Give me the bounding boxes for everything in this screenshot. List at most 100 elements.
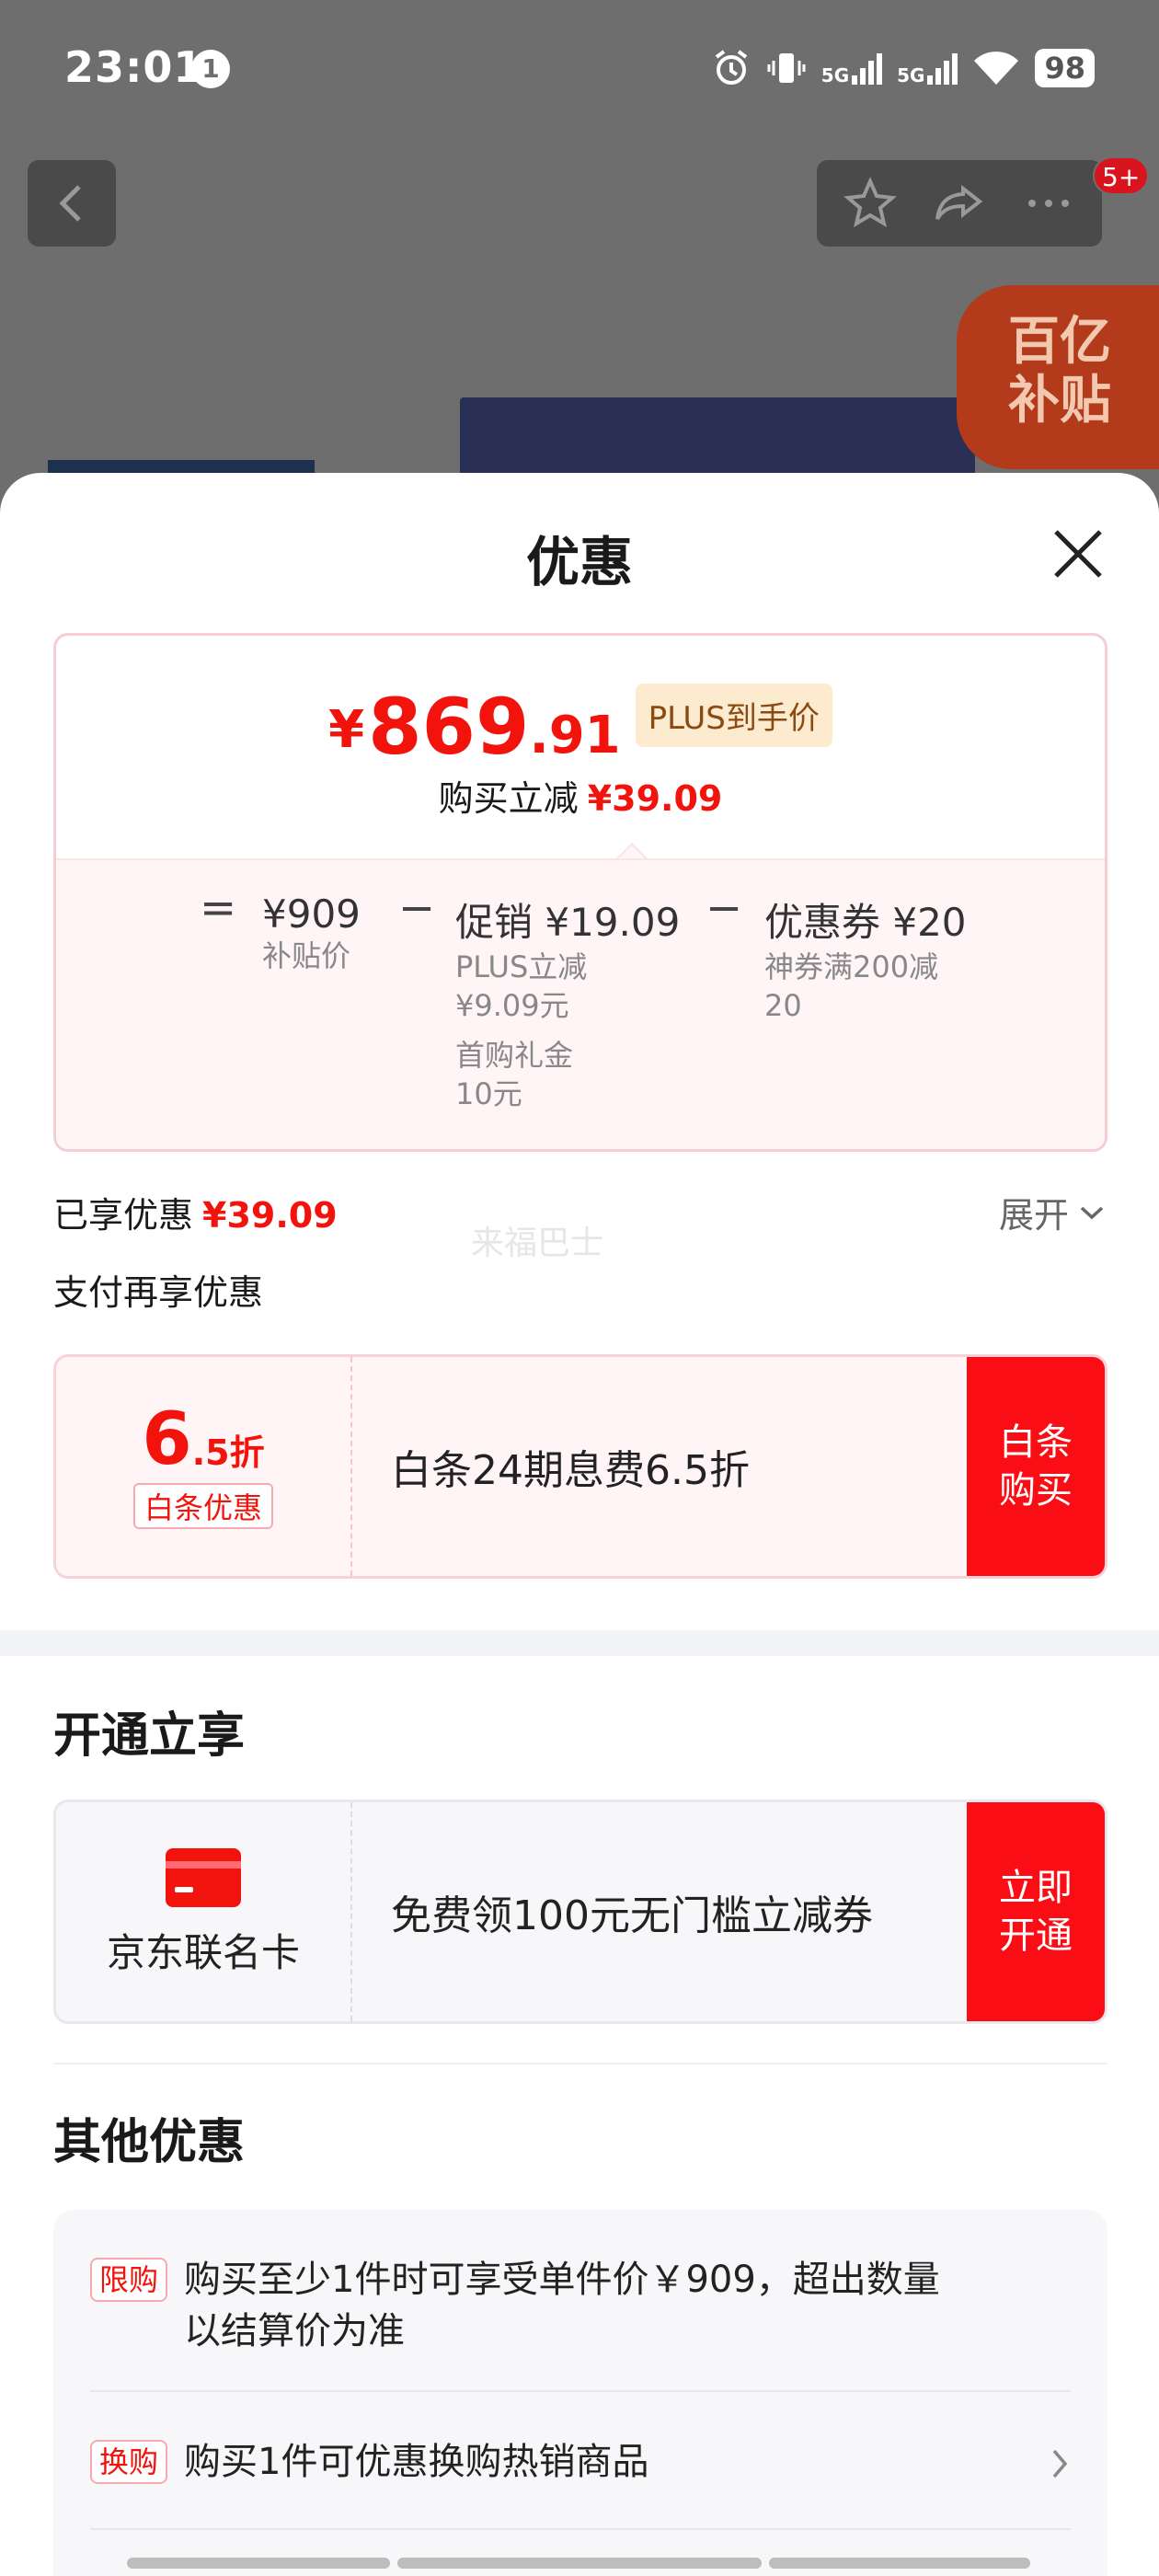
promo-item-limit: 限购 购买至少1件时可享受单件价￥909，超出数量 以结算价为准 xyxy=(90,2254,1071,2357)
price-summary: ¥ 869 .91 PLUS到手价 购买立减 ¥39.09 xyxy=(56,636,1105,858)
discount-sheet: 优惠 ¥ 869 .91 PLUS到手价 购买立减 ¥39.09 = ¥909 补… xyxy=(0,473,1159,2576)
cart-badge: 5+ xyxy=(1093,156,1150,195)
share-icon[interactable] xyxy=(932,176,987,231)
chevron-left-icon xyxy=(59,185,81,222)
notification-count: 1 xyxy=(191,50,230,88)
price-decimal: .91 xyxy=(529,706,621,765)
promo-line: 以结算价为准 xyxy=(184,2310,406,2352)
status-bar: 23:01 1 5G 5G 98 xyxy=(0,0,1159,138)
scroll-indicator xyxy=(397,2558,762,2569)
enjoyed-label: 已享优惠 xyxy=(53,1195,194,1236)
price-card: ¥ 869 .91 PLUS到手价 购买立减 ¥39.09 = ¥909 补贴价 … xyxy=(53,633,1107,1152)
open-now-button[interactable]: 立即 开通 xyxy=(967,1802,1105,2021)
cta-line: 白条 xyxy=(999,1421,1073,1464)
status-time: 23:01 xyxy=(64,42,204,92)
other-promos: 限购 购买至少1件时可享受单件价￥909，超出数量 以结算价为准 换购 购买1件… xyxy=(53,2210,1107,2576)
divider xyxy=(53,2063,1107,2064)
top-action-group xyxy=(817,160,1102,247)
breakdown-coupon: 优惠券 ¥20 神券满200减 20 xyxy=(764,891,967,1025)
status-icons: 5G 5G 98 xyxy=(711,42,1095,94)
breakdown-promo: 促销 ¥19.09 PLUS立减 ¥9.09元 首购礼金 10元 xyxy=(455,891,680,1113)
chevron-down-icon xyxy=(1080,1206,1104,1219)
section-divider xyxy=(0,1630,1159,1656)
wifi-icon xyxy=(974,52,1019,85)
discount-dec: .5折 xyxy=(191,1432,265,1473)
jd-card-desc: 免费领100元无门槛立减券 xyxy=(391,1892,873,1939)
divider xyxy=(90,2390,1071,2392)
cta-line: 购买 xyxy=(999,1469,1073,1512)
baitiao-desc: 白条24期息费6.5折 xyxy=(391,1447,750,1494)
open-section-title: 开通立享 xyxy=(53,1708,246,1764)
alarm-icon xyxy=(715,50,747,85)
back-button[interactable] xyxy=(28,160,116,247)
other-section-title: 其他优惠 xyxy=(53,2115,246,2170)
instant-save-row: 购买立减 ¥39.09 xyxy=(56,770,1105,821)
scroll-indicator xyxy=(769,2558,1030,2569)
breakdown-base: ¥909 补贴价 xyxy=(262,891,361,975)
watermark: 来福巴士 xyxy=(471,1225,604,1262)
pay-section-title: 支付再享优惠 xyxy=(53,1272,264,1313)
sheet-title: 优惠 xyxy=(525,531,633,593)
coupon-value: 优惠券 ¥20 xyxy=(764,900,967,945)
save-label: 购买立减 xyxy=(438,778,579,819)
price-currency: ¥ xyxy=(328,700,365,760)
price-breakdown: = ¥909 补贴价 − 促销 ¥19.09 PLUS立减 ¥9.09元 首购礼… xyxy=(56,858,1105,1149)
baitiao-buy-button[interactable]: 白条 购买 xyxy=(967,1357,1105,1576)
network-label-2: 5G xyxy=(897,64,925,86)
promo-detail: PLUS立减 xyxy=(455,949,588,984)
plus-price-tag: PLUS到手价 xyxy=(635,684,832,747)
promo-detail: 10元 xyxy=(455,1076,522,1111)
signal-bars-icon xyxy=(927,52,958,85)
close-icon[interactable] xyxy=(1049,524,1107,583)
jd-card-label-block: 京东联名卡 xyxy=(56,1802,352,2021)
cta-line: 开通 xyxy=(999,1915,1073,1957)
enjoyed-discount: 已享优惠 ¥39.09 xyxy=(53,1187,338,1237)
signal-2: 5G xyxy=(897,52,958,85)
jd-card-label: 京东联名卡 xyxy=(106,1929,300,1975)
expand-button[interactable]: 展开 xyxy=(999,1187,1106,1237)
subsidy-line1: 百亿 xyxy=(1008,312,1111,372)
baitiao-tag: 白条优惠 xyxy=(132,1483,273,1529)
jd-card[interactable]: 京东联名卡 免费领100元无门槛立减券 立即 开通 xyxy=(53,1800,1107,2024)
signal-bars-icon xyxy=(852,52,883,85)
promo-tag: 限购 xyxy=(90,2258,168,2302)
vibrate-icon xyxy=(767,53,806,83)
star-icon[interactable] xyxy=(843,176,898,231)
enjoyed-amount: ¥39.09 xyxy=(202,1195,338,1236)
promo-text: 购买1件可优惠换购热销商品 xyxy=(184,2441,649,2483)
credit-card-icon xyxy=(166,1847,241,1907)
promo-detail: 首购礼金 xyxy=(455,1038,574,1073)
signal-1: 5G xyxy=(820,52,883,86)
coupon-detail: 神券满200减 xyxy=(764,949,939,984)
final-price: ¥ 869 .91 xyxy=(328,688,621,765)
promo-item-exchange[interactable]: 换购 购买1件可优惠换购热销商品 xyxy=(90,2436,1071,2488)
minus-sign: − xyxy=(706,882,743,934)
cta-line: 立即 xyxy=(999,1867,1073,1909)
subsidy-line2: 补贴 xyxy=(1008,371,1111,431)
baitiao-card[interactable]: 6 .5折 白条优惠 白条24期息费6.5折 白条 购买 xyxy=(53,1354,1107,1579)
discount-rate: 6 .5折 xyxy=(142,1404,264,1476)
base-label: 补贴价 xyxy=(262,938,351,973)
scroll-indicator xyxy=(127,2558,390,2569)
discount-int: 6 xyxy=(142,1398,192,1481)
price-integer: 869 xyxy=(368,682,530,772)
coupon-detail: 20 xyxy=(764,988,802,1023)
promo-tag: 换购 xyxy=(90,2440,168,2484)
minus-sign: − xyxy=(398,882,436,934)
promo-detail: ¥9.09元 xyxy=(455,988,569,1023)
expand-label: 展开 xyxy=(998,1195,1069,1236)
save-amount: ¥39.09 xyxy=(587,778,723,819)
battery-level: 98 xyxy=(1035,49,1095,87)
baitiao-discount: 6 .5折 白条优惠 xyxy=(56,1357,352,1576)
base-value: ¥909 xyxy=(262,891,361,937)
divider xyxy=(90,2528,1071,2530)
more-icon[interactable] xyxy=(1021,176,1076,231)
subsidy-badge: 百亿 补贴 xyxy=(957,285,1159,469)
final-price-row: ¥ 869 .91 PLUS到手价 xyxy=(56,684,1105,765)
network-label-1: 5G xyxy=(820,64,850,86)
equals-sign: = xyxy=(200,882,237,934)
promo-line: 购买至少1件时可享受单件价￥909，超出数量 xyxy=(184,2259,940,2301)
promo-value: 促销 ¥19.09 xyxy=(455,900,681,945)
chevron-right-icon[interactable] xyxy=(1049,2445,1071,2482)
promo-text: 购买至少1件时可享受单件价￥909，超出数量 以结算价为准 xyxy=(184,2254,940,2357)
